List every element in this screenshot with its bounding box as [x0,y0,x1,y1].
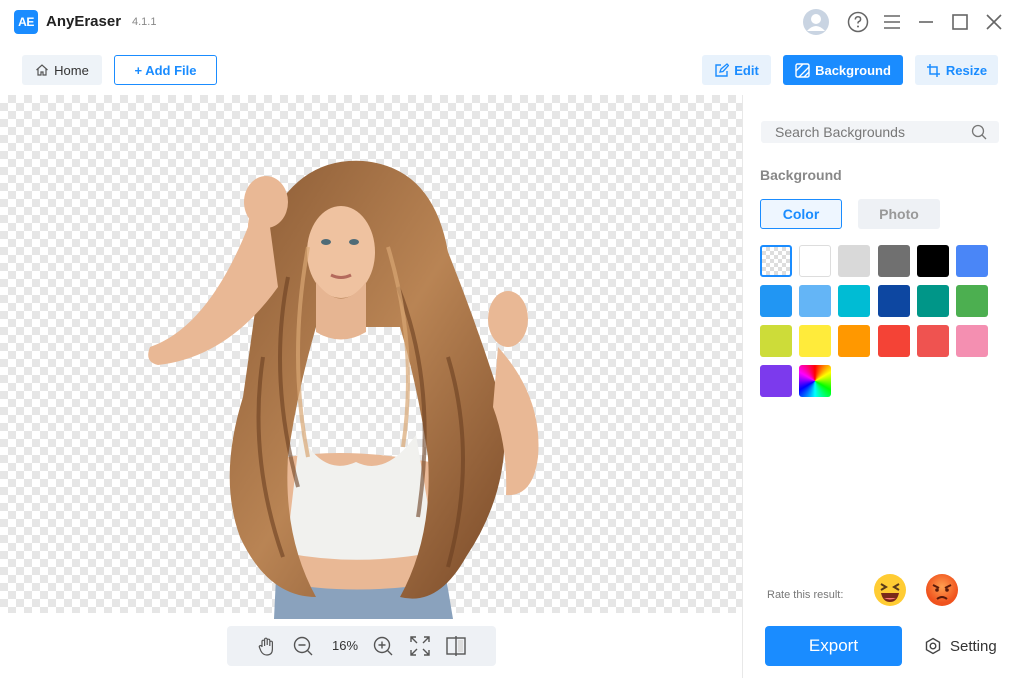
edit-icon [715,62,730,77]
color-swatch[interactable] [838,245,870,277]
color-swatch[interactable] [917,245,949,277]
setting-button[interactable]: Setting [924,634,997,658]
swatch-custom-color[interactable] [799,365,831,397]
color-swatch[interactable] [760,325,792,357]
minimize-icon[interactable] [912,8,940,36]
color-swatch[interactable] [760,365,792,397]
hand-pan-icon[interactable] [255,634,279,658]
resize-button[interactable]: Resize [915,55,998,85]
search-input[interactable] [761,121,961,143]
search-icon[interactable] [971,124,987,145]
fit-screen-icon[interactable] [408,634,432,658]
angry-emoji-icon[interactable] [925,573,959,607]
laughing-emoji-icon[interactable] [873,573,907,607]
resize-label: Resize [945,62,988,78]
swatch-transparent[interactable] [760,245,792,277]
home-button[interactable]: Home [22,55,102,85]
gear-icon [925,637,941,655]
color-swatch[interactable] [956,245,988,277]
compare-icon[interactable] [444,634,468,658]
setting-label: Setting [950,637,997,655]
app-name: AnyEraser [46,13,122,30]
color-swatch[interactable] [760,285,792,317]
edit-label: Edit [734,62,759,78]
menu-icon[interactable] [878,8,906,36]
color-swatch[interactable] [878,325,910,357]
zoom-out-icon[interactable] [291,634,315,658]
color-swatch[interactable] [799,325,831,357]
home-icon [36,64,49,76]
avatar-icon[interactable] [802,8,830,36]
tab-photo[interactable]: Photo [858,199,940,229]
color-swatch[interactable] [956,325,988,357]
tab-color[interactable]: Color [760,199,842,229]
color-swatch[interactable] [799,245,831,277]
background-section-title: Background [760,167,842,183]
color-swatch[interactable] [878,285,910,317]
rate-label: Rate this result: [767,589,844,601]
export-button[interactable]: Export [765,626,902,666]
search-backgrounds [761,121,999,143]
background-button[interactable]: Background [783,55,903,85]
panel-divider [742,95,743,678]
subject-image [148,160,539,619]
background-icon [795,62,810,78]
app-version: 4.1.1 [132,16,157,28]
close-icon[interactable] [980,8,1008,36]
zoom-in-icon[interactable] [371,634,395,658]
app-logo: AE [14,10,38,34]
color-swatch[interactable] [917,285,949,317]
zoom-toolbar: 16% [227,626,496,666]
color-swatch[interactable] [799,285,831,317]
color-swatch[interactable] [878,245,910,277]
crop-icon [926,63,940,77]
image-canvas[interactable] [0,95,742,619]
color-swatch[interactable] [917,325,949,357]
background-label: Background [815,62,891,78]
color-swatch[interactable] [956,285,988,317]
color-swatch[interactable] [838,285,870,317]
title-bar: AE AnyEraser 4.1.1 [0,0,1021,44]
home-label: Home [54,62,89,78]
color-swatch[interactable] [838,325,870,357]
edit-button[interactable]: Edit [702,55,771,85]
zoom-level: 16% [331,638,359,653]
maximize-icon[interactable] [946,8,974,36]
help-icon[interactable] [844,8,872,36]
add-file-button[interactable]: + Add File [114,55,217,85]
